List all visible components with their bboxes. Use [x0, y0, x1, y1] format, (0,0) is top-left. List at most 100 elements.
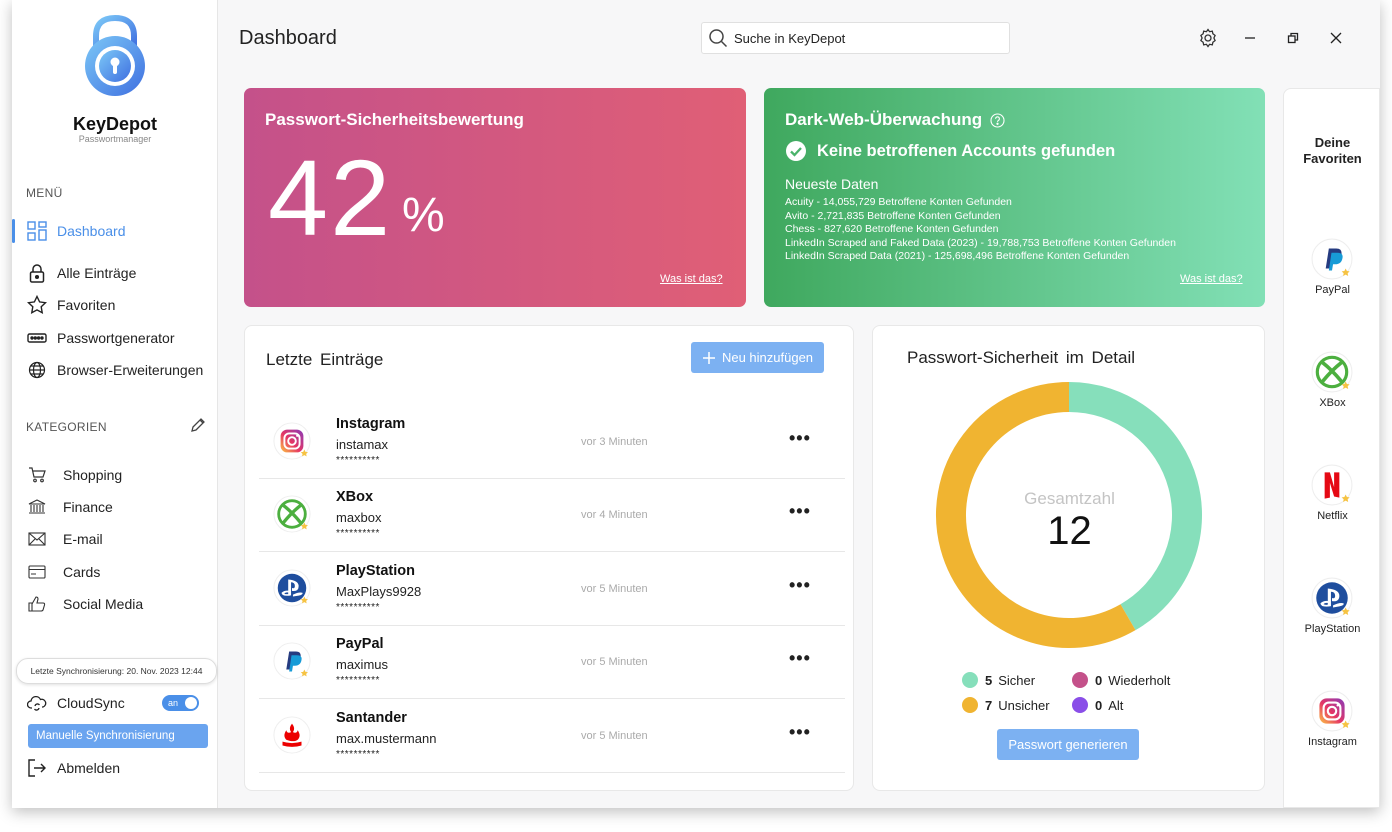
sidebar-item-dashboard[interactable]: Dashboard: [26, 218, 126, 244]
favorite-playstation[interactable]: PlayStation: [1284, 577, 1380, 647]
breach-item: LinkedIn Scraped and Faked Data (2023) -…: [785, 236, 1176, 249]
minimize-icon: [1245, 37, 1255, 39]
add-entry-button[interactable]: Neu hinzufügen: [691, 342, 824, 373]
entry-row[interactable]: Santander max.mustermann ********** vor …: [259, 700, 845, 773]
dark-web-card: Dark-Web-Überwachung Keine betroffenen A…: [764, 88, 1265, 307]
entry-time: vor 4 Minuten: [581, 509, 648, 521]
sidebar-item-favorites[interactable]: Favoriten: [26, 292, 115, 318]
entry-password: **********: [336, 675, 380, 686]
legend-safe: 5 Sicher: [962, 672, 1035, 688]
more-options-icon[interactable]: •••: [789, 428, 811, 449]
entry-row[interactable]: Instagram instamax ********** vor 3 Minu…: [259, 406, 845, 479]
close-icon: [1330, 32, 1342, 44]
latest-data-label: Neueste Daten: [785, 176, 879, 192]
lock-icon: [26, 262, 48, 284]
dark-web-info-link[interactable]: Was ist das?: [1180, 273, 1243, 285]
score-card-title: Passwort-Sicherheitsbewertung: [265, 110, 524, 129]
recent-entries-title: Letzte Einträge: [266, 350, 384, 369]
more-options-icon[interactable]: •••: [789, 501, 811, 522]
sidebar-item-label: Favoriten: [57, 297, 116, 313]
favorite-label: XBox: [1319, 397, 1346, 409]
toggle-knob: [185, 697, 197, 709]
favorite-xbox[interactable]: XBox: [1284, 351, 1380, 421]
entry-name: Instagram: [336, 416, 406, 432]
paypal-icon: [1311, 238, 1353, 280]
restore-button[interactable]: [1283, 28, 1303, 48]
legend-label: Alt: [1108, 697, 1124, 713]
breach-list: Acuity - 14,055,729 Betroffene Konten Ge…: [785, 196, 1176, 264]
generate-password-button[interactable]: Passwort generieren: [997, 729, 1139, 760]
legend-count: 0: [1095, 672, 1103, 688]
category-social-media[interactable]: Social Media: [26, 593, 143, 615]
settings-button[interactable]: [1198, 28, 1218, 48]
close-button[interactable]: [1326, 28, 1346, 48]
security-score-card: Passwort-Sicherheitsbewertung 42 % Was i…: [244, 88, 746, 307]
restore-icon: [1287, 32, 1299, 44]
favorite-paypal[interactable]: PayPal: [1284, 238, 1380, 308]
category-finance[interactable]: Finance: [26, 496, 113, 518]
category-label: Social Media: [63, 596, 144, 612]
app-name: KeyDepot: [72, 114, 157, 134]
category-label: Finance: [63, 499, 113, 515]
more-options-icon[interactable]: •••: [789, 648, 811, 669]
manual-sync-button[interactable]: Manuelle Synchronisierung: [28, 724, 208, 748]
sidebar-item-browser-extensions[interactable]: Browser-Erweiterungen: [26, 357, 203, 383]
entry-username: instamax: [336, 437, 389, 452]
more-options-icon[interactable]: •••: [789, 575, 811, 596]
more-options-icon[interactable]: •••: [789, 722, 811, 743]
xbox-icon: [1311, 351, 1353, 393]
category-shopping[interactable]: Shopping: [26, 464, 122, 486]
instagram-icon: [273, 422, 311, 460]
netflix-icon: [1311, 464, 1353, 506]
active-indicator: [12, 219, 15, 243]
logout-button[interactable]: Abmelden: [26, 755, 120, 781]
entry-password: **********: [336, 455, 380, 466]
entry-row[interactable]: XBox maxbox ********** vor 4 Minuten •••: [259, 479, 845, 552]
category-label: Cards: [63, 564, 101, 580]
app-logo-lock-icon: [85, 14, 145, 96]
legend-dot: [1072, 672, 1088, 688]
app-window: KeyDepot Passwortmanager MENÜ Dashboard …: [12, 0, 1380, 808]
entry-name: PayPal: [336, 636, 384, 652]
legend-count: 0: [1095, 697, 1103, 713]
dark-web-status: Keine betroffenen Accounts gefunden: [785, 140, 1115, 162]
total-value: 12: [1047, 509, 1092, 553]
paypal-icon: [273, 642, 311, 680]
entry-password: **********: [336, 602, 380, 613]
entry-name: PlayStation: [336, 563, 415, 579]
favorites-panel: Deine Favoriten PayPal XBox Netflix Play…: [1283, 88, 1380, 808]
logout-label: Abmelden: [57, 760, 121, 776]
breach-item: Chess - 827,620 Betroffene Konten Gefund…: [785, 223, 999, 235]
entry-time: vor 5 Minuten: [581, 583, 648, 595]
xbox-icon: [273, 495, 311, 533]
entry-name: XBox: [336, 489, 374, 505]
instagram-icon: [1311, 690, 1353, 732]
password-icon: [26, 327, 48, 349]
favorite-instagram[interactable]: Instagram: [1284, 690, 1380, 760]
legend-old: 0 Alt: [1072, 697, 1123, 713]
categories-label: KATEGORIEN: [26, 420, 107, 434]
minimize-button[interactable]: [1240, 28, 1260, 48]
cloudsync-toggle[interactable]: an: [162, 695, 199, 711]
sidebar-item-password-generator[interactable]: Passwortgenerator: [26, 325, 175, 351]
favorite-netflix[interactable]: Netflix: [1284, 464, 1380, 534]
edit-pencil-icon[interactable]: [189, 416, 207, 434]
thumbs-up-icon: [26, 595, 48, 613]
category-email[interactable]: E-mail: [26, 528, 103, 550]
category-cards[interactable]: Cards: [26, 561, 100, 583]
sidebar-item-all-entries[interactable]: Alle Einträge: [26, 260, 136, 286]
check-circle-icon: [786, 141, 806, 161]
breach-item: Acuity - 14,055,729 Betroffene Konten Ge…: [785, 196, 1012, 208]
search-input[interactable]: Suche in KeyDepot: [701, 22, 1010, 54]
playstation-icon: [273, 569, 311, 607]
entry-password: **********: [336, 528, 380, 539]
entry-username: max.mustermann: [336, 731, 437, 746]
score-info-link[interactable]: Was ist das?: [660, 273, 723, 285]
plus-icon: [702, 351, 715, 364]
entry-row[interactable]: PlayStation MaxPlays9928 ********** vor …: [259, 553, 845, 626]
help-icon[interactable]: [990, 112, 1005, 128]
logout-icon: [26, 757, 48, 779]
entry-row[interactable]: PayPal maximus ********** vor 5 Minuten …: [259, 626, 845, 699]
sidebar-item-label: Alle Einträge: [57, 265, 137, 281]
sidebar-item-label: Dashboard: [57, 223, 126, 239]
